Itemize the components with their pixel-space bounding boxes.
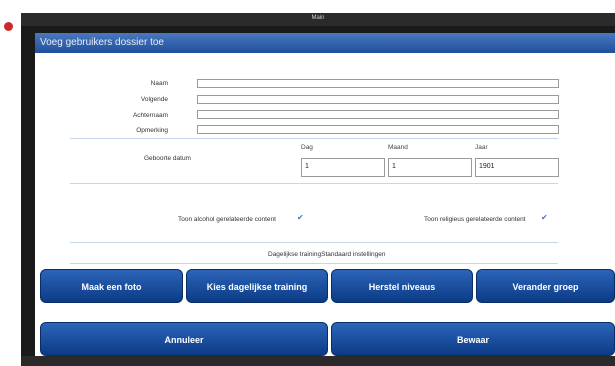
alcohol-content-label: Toon alcohol gerelateerde content — [178, 216, 276, 223]
divider — [70, 263, 558, 264]
year-field[interactable]: 1901 — [475, 158, 559, 177]
save-button[interactable]: Bewaar — [331, 322, 615, 356]
check-icon[interactable]: ✔ — [541, 213, 548, 222]
religious-content-label: Toon religieus gerelateerde content — [424, 216, 526, 223]
last-name-label: Achternaam — [132, 112, 168, 119]
birthdate-label: Geboorte datum — [144, 155, 191, 162]
divider — [70, 138, 558, 139]
name-label: Naam — [150, 80, 168, 87]
check-icon[interactable]: ✔ — [297, 213, 304, 222]
title-bar: Main — [21, 13, 615, 26]
year-label: Jaar — [475, 144, 488, 151]
day-field[interactable]: 1 — [301, 158, 385, 177]
dialog-header: Voeg gebruikers dossier toe — [35, 33, 615, 53]
restore-levels-button[interactable]: Herstel niveaus — [331, 269, 473, 303]
remark-field[interactable] — [197, 125, 559, 134]
bottom-bar — [21, 356, 615, 366]
dialog-title: Voeg gebruikers dossier toe — [40, 37, 164, 48]
take-photo-button[interactable]: Maak een foto — [40, 269, 183, 303]
month-label: Maand — [388, 144, 408, 151]
change-group-button[interactable]: Verander groep — [476, 269, 615, 303]
middle-name-label: Volgende — [140, 96, 168, 103]
divider — [70, 242, 558, 243]
middle-name-field[interactable] — [197, 95, 559, 104]
daily-training-info: Dagelijkse trainingStandaard instellinge… — [268, 251, 386, 258]
divider — [70, 183, 558, 184]
last-name-field[interactable] — [197, 110, 559, 119]
name-field[interactable] — [197, 79, 559, 88]
day-label: Dag — [301, 144, 313, 151]
remark-label: Opmerking — [136, 127, 168, 134]
cancel-button[interactable]: Annuleer — [40, 322, 328, 356]
close-dot-icon[interactable] — [4, 22, 13, 31]
choose-daily-training-button[interactable]: Kies dagelijkse training — [186, 269, 328, 303]
window-title: Main — [311, 15, 325, 21]
month-field[interactable]: 1 — [388, 158, 472, 177]
